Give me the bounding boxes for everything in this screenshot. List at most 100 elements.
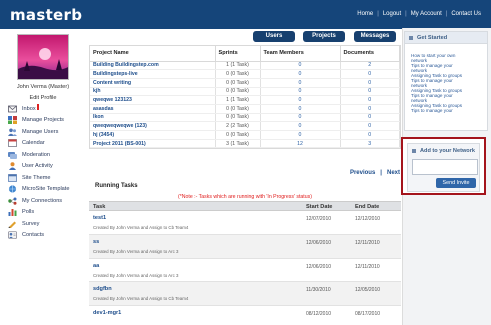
documents-cell: 0	[340, 87, 400, 97]
team-members-cell: 0	[260, 69, 341, 79]
section-bullet-icon	[409, 35, 413, 40]
calendar-icon	[8, 139, 17, 148]
project-name-link[interactable]: qweqwe 123123	[90, 95, 216, 105]
task-end-date: 12/12/2010	[355, 216, 381, 222]
tab-users[interactable]: Users	[253, 31, 295, 42]
sidebar-item-manage-users[interactable]: Manage Users	[8, 126, 88, 138]
nav-separator: |	[405, 11, 407, 17]
sidebar-item-label: Manage Projects	[22, 117, 64, 124]
get-started-header: Get Started	[405, 32, 487, 44]
projects-table: Project Name Sprints Team Members Docume…	[90, 46, 400, 149]
sprints-cell: 1 (1 Task)	[215, 95, 261, 105]
documents-cell: 0	[340, 130, 400, 140]
tab-messages[interactable]: Messages	[354, 31, 396, 42]
column-header: Documents	[340, 46, 400, 62]
sidebar-item-contacts[interactable]: Contacts	[8, 230, 88, 242]
sidebar-item-moderation[interactable]: Moderation	[8, 149, 88, 161]
column-header: Start Date	[306, 204, 333, 210]
project-name-link[interactable]: Buildingsteps-live	[90, 69, 216, 79]
site-logo[interactable]: masterb	[10, 6, 82, 24]
next-page-link[interactable]: Next	[387, 170, 400, 176]
team-members-cell: 0	[260, 61, 341, 71]
project-name-link[interactable]: kjh	[90, 87, 216, 97]
theme-icon	[8, 173, 17, 182]
team-members-cell: 0	[260, 113, 341, 123]
table-row: kjh 0 (0 Task) 0 0	[90, 87, 400, 97]
sprints-cell: 0 (0 Task)	[215, 104, 261, 114]
table-row: hj (3454) 0 (0 Task) 0 0	[90, 130, 400, 140]
table-row: lkon 0 (0 Task) 0 0	[90, 113, 400, 123]
nav-logout-link[interactable]: Logout	[383, 11, 401, 17]
team-members-cell: 0	[260, 95, 341, 105]
invite-email-input[interactable]	[412, 159, 478, 175]
nav-contact-us-link[interactable]: Contact Us	[451, 11, 481, 17]
task-name-link[interactable]: dev1-mgr1	[93, 310, 121, 316]
project-name-link[interactable]: Project 2011 (BS-001)	[90, 139, 216, 149]
inbox-icon	[8, 105, 17, 113]
nav-home-link[interactable]: Home	[357, 11, 373, 17]
avatar[interactable]	[17, 34, 69, 80]
send-invite-button[interactable]: Send Invite	[436, 178, 476, 188]
add-network-title: Add to your Network	[420, 148, 476, 154]
sidebar: Inbox Manage Projects Manage Users Calen…	[8, 103, 88, 241]
add-network-box: Add to your Network Send Invite	[401, 137, 486, 195]
sprints-cell: 0 (0 Task)	[215, 78, 261, 88]
task-name-link[interactable]: ss	[93, 239, 99, 245]
task-name-link[interactable]: aa	[93, 263, 99, 269]
sidebar-item-label: Manage Users	[22, 128, 59, 135]
contacts-icon	[8, 231, 17, 240]
sidebar-item-label: User Activity	[22, 163, 53, 170]
get-started-box: Get Started How to start your own network…	[404, 31, 488, 131]
running-tasks-note: (*Note :- Tasks which are running with '…	[178, 194, 312, 200]
sidebar-item-manage-projects[interactable]: Manage Projects	[8, 115, 88, 127]
task-row: aa Created By John Verma and Assign to Ar…	[89, 259, 401, 283]
sidebar-item-calendar[interactable]: Calendar	[8, 138, 88, 150]
tab-projects[interactable]: Projects	[303, 31, 345, 42]
edit-profile-link[interactable]: Edit Profile	[4, 95, 82, 102]
sprints-cell: 0 (0 Task)	[215, 130, 261, 140]
sidebar-item-label: Calendar	[22, 140, 45, 147]
team-members-cell: 0	[260, 130, 341, 140]
get-started-link[interactable]: Tips to manage your	[411, 108, 484, 113]
project-name-link[interactable]: Content writing	[90, 78, 216, 88]
nav-my-account-link[interactable]: My Account	[411, 11, 442, 17]
sidebar-item-inbox[interactable]: Inbox	[8, 103, 88, 115]
projects-table-panel: Project Name Sprints Team Members Docume…	[89, 45, 401, 150]
previous-page-link[interactable]: Previous	[350, 170, 375, 176]
task-end-date: 12/11/2010	[355, 239, 380, 246]
documents-cell: 0	[340, 95, 400, 105]
sprints-cell: 0 (0 Task)	[215, 113, 261, 123]
task-name-link[interactable]: test1	[93, 215, 106, 221]
project-name-link[interactable]: Building Buildingstep.com	[90, 61, 216, 71]
sidebar-item-site-theme[interactable]: Site Theme	[8, 172, 88, 184]
table-header-row: Task Start Date End Date	[89, 201, 401, 211]
documents-cell: 0	[340, 113, 400, 123]
sidebar-item-my-connections[interactable]: My Connections	[8, 195, 88, 207]
task-start-date: 12/06/2010	[306, 263, 332, 270]
project-name-link[interactable]: lkon	[90, 113, 216, 123]
column-header: Team Members	[260, 46, 341, 62]
table-row: Content writing 0 (0 Task) 0 0	[90, 78, 400, 88]
sidebar-item-survey[interactable]: Survey	[8, 218, 88, 230]
project-name-link[interactable]: hj (3454)	[90, 130, 216, 140]
sidebar-item-label: My Connections	[22, 197, 63, 204]
column-header: Sprints	[215, 46, 261, 62]
project-name-link[interactable]: asasdas	[90, 104, 216, 114]
sidebar-item-label: Inbox	[22, 105, 36, 112]
template-icon	[8, 185, 17, 193]
project-name-link[interactable]: qweqweqweqwe (123)	[90, 121, 216, 131]
task-start-date: 12/07/2010	[306, 216, 332, 222]
survey-icon	[8, 221, 16, 228]
sidebar-item-user-activity[interactable]: User Activity	[8, 161, 88, 173]
nav-separator: |	[445, 11, 448, 17]
table-header-row: Project Name Sprints Team Members Docume…	[90, 46, 400, 62]
sidebar-item-microsite-template[interactable]: MicroSite Template	[8, 184, 88, 196]
sprints-cell: 0 (0 Task)	[215, 69, 261, 79]
team-members-cell: 12	[260, 139, 341, 149]
task-row: ss Created By John Verma and Assign to Ar…	[89, 234, 401, 259]
sidebar-item-polls[interactable]: Polls	[8, 207, 88, 219]
task-name-link[interactable]: sdgfbn	[93, 286, 112, 292]
documents-cell: 0	[340, 121, 400, 131]
task-created-by: Created By John Verma and Assign to Cb T…	[93, 296, 189, 302]
sprints-cell: 3 (1 Task)	[215, 139, 261, 149]
